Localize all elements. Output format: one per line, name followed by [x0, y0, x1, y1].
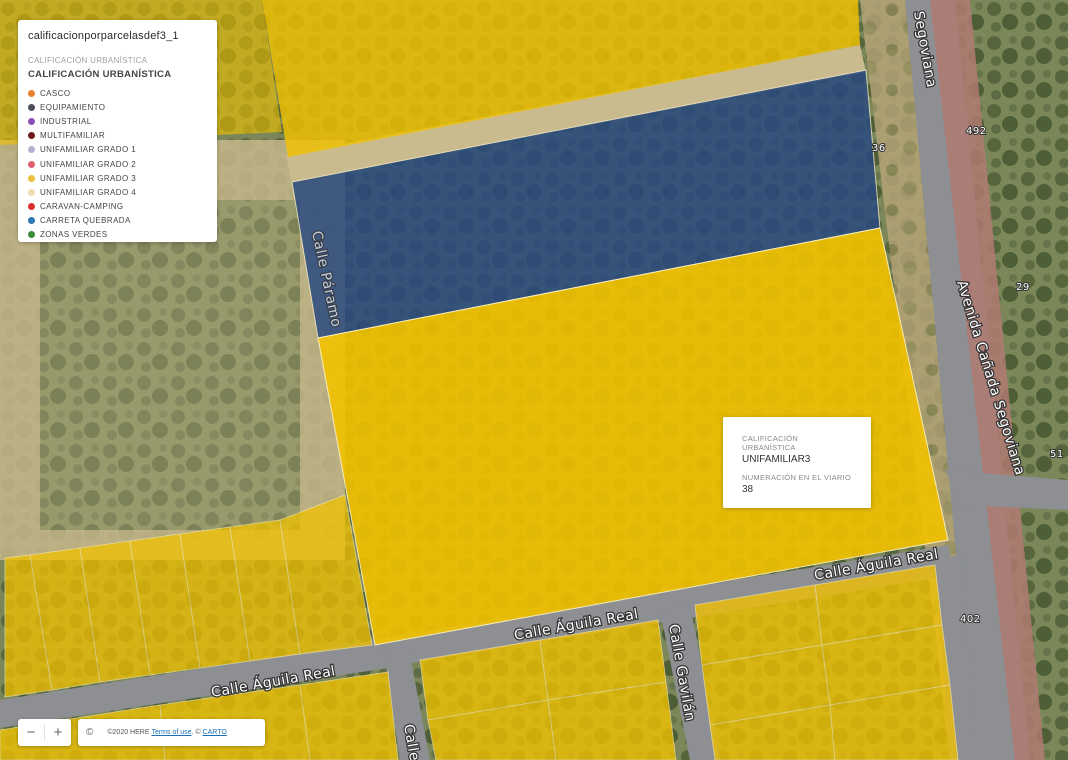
attribution-separator: . ©	[191, 729, 201, 736]
lot-vegetation	[40, 200, 300, 530]
legend-swatch	[28, 203, 35, 211]
legend-heading: CALIFICACIÓN URBANÍSTICA	[28, 69, 172, 80]
legend-item: UNIFAMILIAR GRADO 4	[28, 185, 207, 199]
legend-item-label: UNIFAMILIAR GRADO 3	[40, 173, 137, 183]
popup-field2-label: NUMERACIÓN EN EL VIARIO	[742, 473, 852, 482]
legend-item-label: CARRETA QUEBRADA	[40, 216, 131, 226]
house-number-402: 402	[960, 614, 981, 625]
legend-swatch	[28, 231, 35, 239]
legend-subtitle: CALIFICACIÓN URBANÍSTICA	[28, 56, 148, 65]
attribution-text: ©2020 HERE	[107, 729, 150, 736]
legend-item: MULTIFAMILIAR	[28, 129, 207, 143]
legend-item: UNIFAMILIAR GRADO 2	[28, 157, 207, 171]
house-number-36: 36	[872, 143, 886, 154]
legend-item: INDUSTRIAL	[28, 114, 207, 128]
carto-link[interactable]: CARTO	[203, 729, 227, 736]
legend-item-label: CARAVAN-CAMPING	[40, 202, 124, 212]
legend-item: UNIFAMILIAR GRADO 3	[28, 171, 207, 185]
legend-item: EQUIPAMIENTO	[28, 100, 207, 114]
legend-swatch	[28, 188, 35, 196]
legend-swatch	[28, 89, 35, 97]
legend-item-label: UNIFAMILIAR GRADO 1	[40, 145, 137, 155]
house-number-51: 51	[1050, 449, 1064, 460]
minus-icon: −	[26, 724, 36, 741]
zoom-control: − +	[18, 719, 71, 746]
legend-swatch	[28, 174, 35, 182]
legend-swatch	[28, 103, 35, 111]
legend-item: CARRETA QUEBRADA	[28, 214, 207, 228]
legend-item-label: INDUSTRIAL	[40, 116, 92, 126]
legend-item-label: ZONAS VERDES	[40, 230, 108, 240]
legend-item-label: CASCO	[40, 88, 71, 98]
legend-items: CASCO EQUIPAMIENTO INDUSTRIAL MULTIFAMILIAR…	[28, 86, 207, 242]
popup-field1-value: UNIFAMILIAR3	[742, 454, 811, 465]
legend-swatch	[28, 117, 35, 125]
legend-swatch	[28, 217, 35, 225]
legend-swatch	[28, 160, 35, 168]
legend-item-label: UNIFAMILIAR GRADO 4	[40, 187, 137, 197]
popup-field2-value: 38	[742, 484, 754, 495]
plus-icon: +	[53, 724, 63, 741]
house-number-29: 29	[1016, 282, 1030, 293]
attribution-bar: © ©2020 HERE Terms of use. © CARTO	[78, 719, 265, 746]
feature-popup[interactable]: CALIFICACIÓN URBANÍSTICA UNIFAMILIAR3 NU…	[723, 417, 871, 508]
copyright-icon[interactable]: ©	[86, 727, 93, 738]
popup-field1-label: CALIFICACIÓN URBANÍSTICA	[742, 434, 799, 452]
legend-swatch	[28, 146, 35, 154]
legend-item: UNIFAMILIAR GRADO 1	[28, 143, 207, 157]
legend-item-label: EQUIPAMIENTO	[40, 102, 106, 112]
zoom-out-button[interactable]: −	[18, 719, 44, 746]
terms-link[interactable]: Terms of use	[151, 729, 191, 736]
legend-item-label: UNIFAMILIAR GRADO 2	[40, 159, 137, 169]
legend-item: CASCO	[28, 86, 207, 100]
zoom-in-button[interactable]: +	[45, 719, 71, 746]
house-number-492: 492	[966, 126, 987, 137]
legend-item: ZONAS VERDES	[28, 228, 207, 242]
legend-layer-name: calificacionporparcelasdef3_1	[28, 30, 179, 42]
legend-item-label: MULTIFAMILIAR	[40, 131, 106, 141]
legend-swatch	[28, 132, 35, 140]
legend-panel: calificacionporparcelasdef3_1 CALIFICACI…	[18, 20, 217, 242]
legend-item: CARAVAN-CAMPING	[28, 200, 207, 214]
